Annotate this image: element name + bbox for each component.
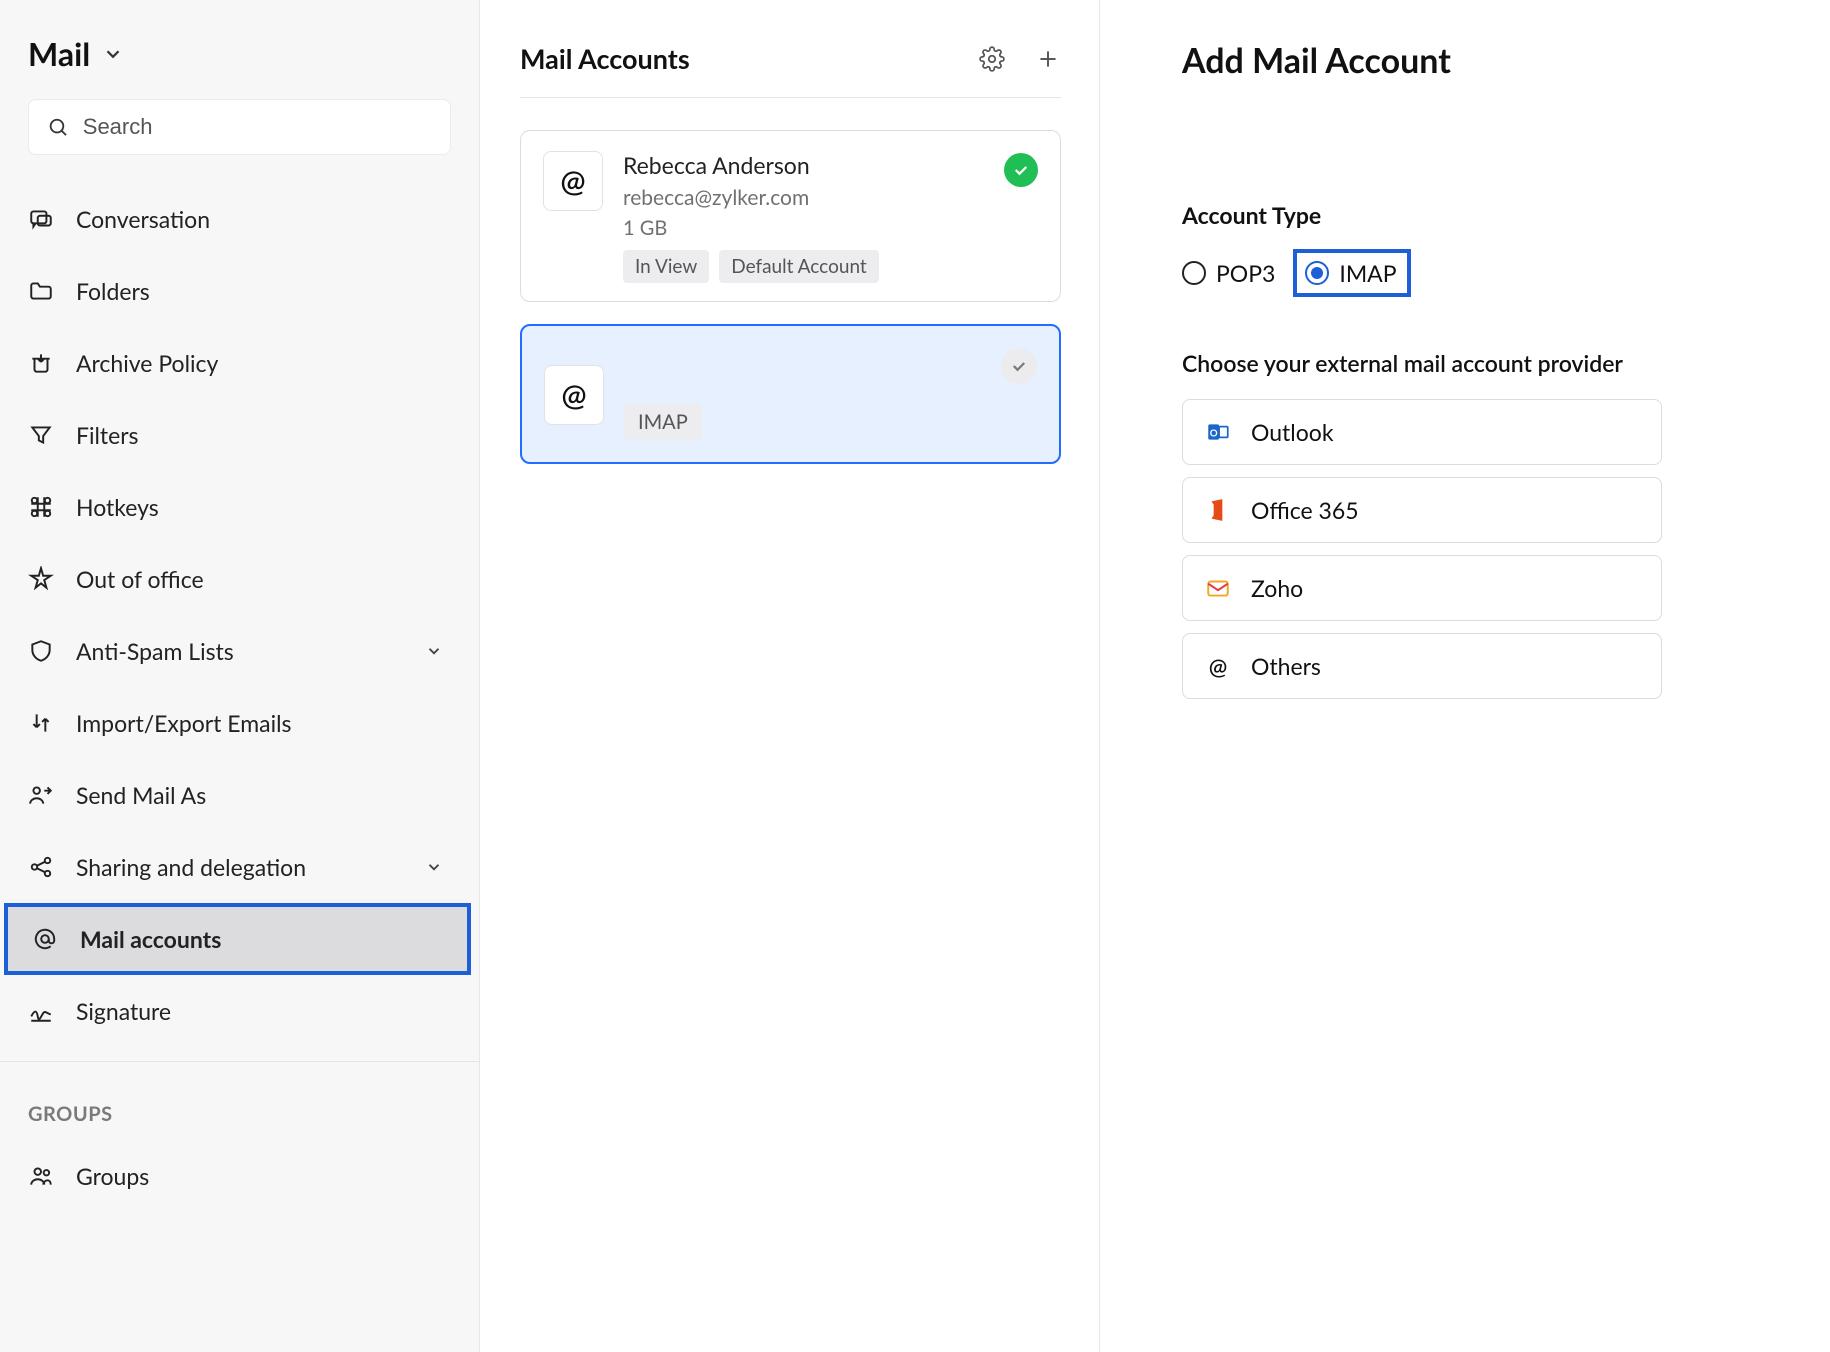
provider-label: Zoho	[1251, 574, 1303, 602]
search-icon	[47, 115, 69, 139]
shield-icon	[28, 638, 54, 664]
provider-list: O Outlook Office 365 Zoho @ Others	[1182, 399, 1662, 699]
radio-icon	[1305, 261, 1329, 285]
sidebar-item-label: Import/Export Emails	[76, 709, 292, 737]
account-card[interactable]: @ Rebecca Anderson rebecca@zylker.com 1 …	[520, 130, 1061, 302]
sidebar-item-label: Signature	[76, 997, 171, 1025]
sidebar-item-anti-spam[interactable]: Anti-Spam Lists	[0, 615, 479, 687]
sidebar-item-filters[interactable]: Filters	[0, 399, 479, 471]
at-icon: @	[1205, 653, 1231, 679]
provider-label: Office 365	[1251, 496, 1359, 524]
radio-imap-highlight: IMAP	[1293, 249, 1410, 297]
at-icon	[32, 926, 58, 952]
radio-pop3[interactable]: POP3	[1182, 259, 1275, 287]
send-as-icon	[28, 782, 54, 808]
svg-text:O: O	[1210, 427, 1218, 439]
sidebar-item-send-mail-as[interactable]: Send Mail As	[0, 759, 479, 831]
sidebar-item-conversation[interactable]: Conversation	[0, 183, 479, 255]
sidebar-item-label: Archive Policy	[76, 349, 218, 377]
sidebar-item-signature[interactable]: Signature	[0, 975, 479, 1047]
settings-sidebar: Mail Conversation Folders Archive Policy	[0, 0, 480, 1352]
sidebar-item-label: Mail accounts	[80, 925, 221, 953]
provider-outlook[interactable]: O Outlook	[1182, 399, 1662, 465]
account-type-label: Account Type	[1182, 201, 1770, 229]
brand-title: Mail	[28, 34, 90, 73]
radio-label: POP3	[1216, 259, 1275, 287]
sidebar-item-label: Out of office	[76, 565, 204, 593]
provider-label: Others	[1251, 652, 1321, 680]
plus-icon[interactable]	[1035, 46, 1061, 72]
sidebar-item-out-of-office[interactable]: Out of office	[0, 543, 479, 615]
chevron-down-icon	[425, 858, 443, 876]
sidebar-item-label: Anti-Spam Lists	[76, 637, 234, 665]
zoho-icon	[1205, 575, 1231, 601]
status-ok-icon	[1004, 153, 1038, 187]
sidebar-item-label: Hotkeys	[76, 493, 159, 521]
mail-accounts-header: Mail Accounts	[520, 42, 1061, 98]
settings-nav: Conversation Folders Archive Policy Filt…	[0, 177, 479, 1212]
account-type-radios: POP3 IMAP	[1182, 249, 1770, 297]
radio-label: IMAP	[1339, 259, 1396, 287]
protocol-badge: IMAP	[624, 404, 702, 440]
panel-title: Add Mail Account	[1182, 40, 1770, 81]
conversation-icon	[28, 206, 54, 232]
sidebar-item-archive-policy[interactable]: Archive Policy	[0, 327, 479, 399]
groups-section-header: GROUPS	[0, 1061, 479, 1140]
search-input[interactable]	[83, 114, 432, 140]
archive-icon	[28, 350, 54, 376]
provider-zoho[interactable]: Zoho	[1182, 555, 1662, 621]
account-tag: In View	[623, 250, 709, 283]
sidebar-item-folders[interactable]: Folders	[0, 255, 479, 327]
account-card-new[interactable]: @ IMAP	[520, 324, 1061, 464]
sidebar-item-label: Conversation	[76, 205, 210, 233]
sidebar-item-label: Sharing and delegation	[76, 853, 306, 881]
sidebar-item-import-export[interactable]: Import/Export Emails	[0, 687, 479, 759]
office365-icon	[1205, 497, 1231, 523]
import-export-icon	[28, 710, 54, 736]
sidebar-item-groups[interactable]: Groups	[0, 1140, 479, 1212]
chevron-down-icon	[102, 43, 124, 65]
at-icon: @	[544, 365, 604, 425]
sidebar-item-label: Folders	[76, 277, 150, 305]
share-icon	[28, 854, 54, 880]
search-input-wrap[interactable]	[28, 99, 451, 155]
sidebar-item-hotkeys[interactable]: Hotkeys	[0, 471, 479, 543]
sidebar-item-label: Filters	[76, 421, 139, 449]
gear-icon[interactable]	[979, 46, 1005, 72]
account-name: Rebecca Anderson	[623, 151, 1038, 179]
sidebar-item-mail-accounts[interactable]: Mail accounts	[4, 903, 471, 975]
at-icon: @	[543, 151, 603, 211]
outlook-icon: O	[1205, 419, 1231, 445]
filter-icon	[28, 422, 54, 448]
provider-office365[interactable]: Office 365	[1182, 477, 1662, 543]
status-pending-icon	[1001, 348, 1037, 384]
provider-label: Outlook	[1251, 418, 1334, 446]
radio-imap[interactable]: IMAP	[1305, 259, 1396, 287]
provider-others[interactable]: @ Others	[1182, 633, 1662, 699]
groups-icon	[28, 1163, 54, 1189]
folder-icon	[28, 278, 54, 304]
airplane-icon	[28, 566, 54, 592]
mail-accounts-title: Mail Accounts	[520, 42, 690, 75]
signature-icon	[28, 998, 54, 1024]
chevron-down-icon	[425, 642, 443, 660]
brand-selector[interactable]: Mail	[0, 34, 479, 99]
sidebar-item-label: Send Mail As	[76, 781, 206, 809]
hotkeys-icon	[28, 494, 54, 520]
radio-icon	[1182, 261, 1206, 285]
account-tag: Default Account	[719, 250, 878, 283]
sidebar-item-label: Groups	[76, 1162, 149, 1190]
account-size: 1 GB	[623, 216, 1038, 240]
account-email: rebecca@zylker.com	[623, 185, 1038, 210]
provider-section-label: Choose your external mail account provid…	[1182, 349, 1770, 377]
mail-accounts-column: Mail Accounts @ Rebecca Anderson rebecca…	[480, 0, 1100, 1352]
sidebar-item-sharing[interactable]: Sharing and delegation	[0, 831, 479, 903]
add-account-panel: Add Mail Account Account Type POP3 IMAP …	[1100, 0, 1830, 1352]
